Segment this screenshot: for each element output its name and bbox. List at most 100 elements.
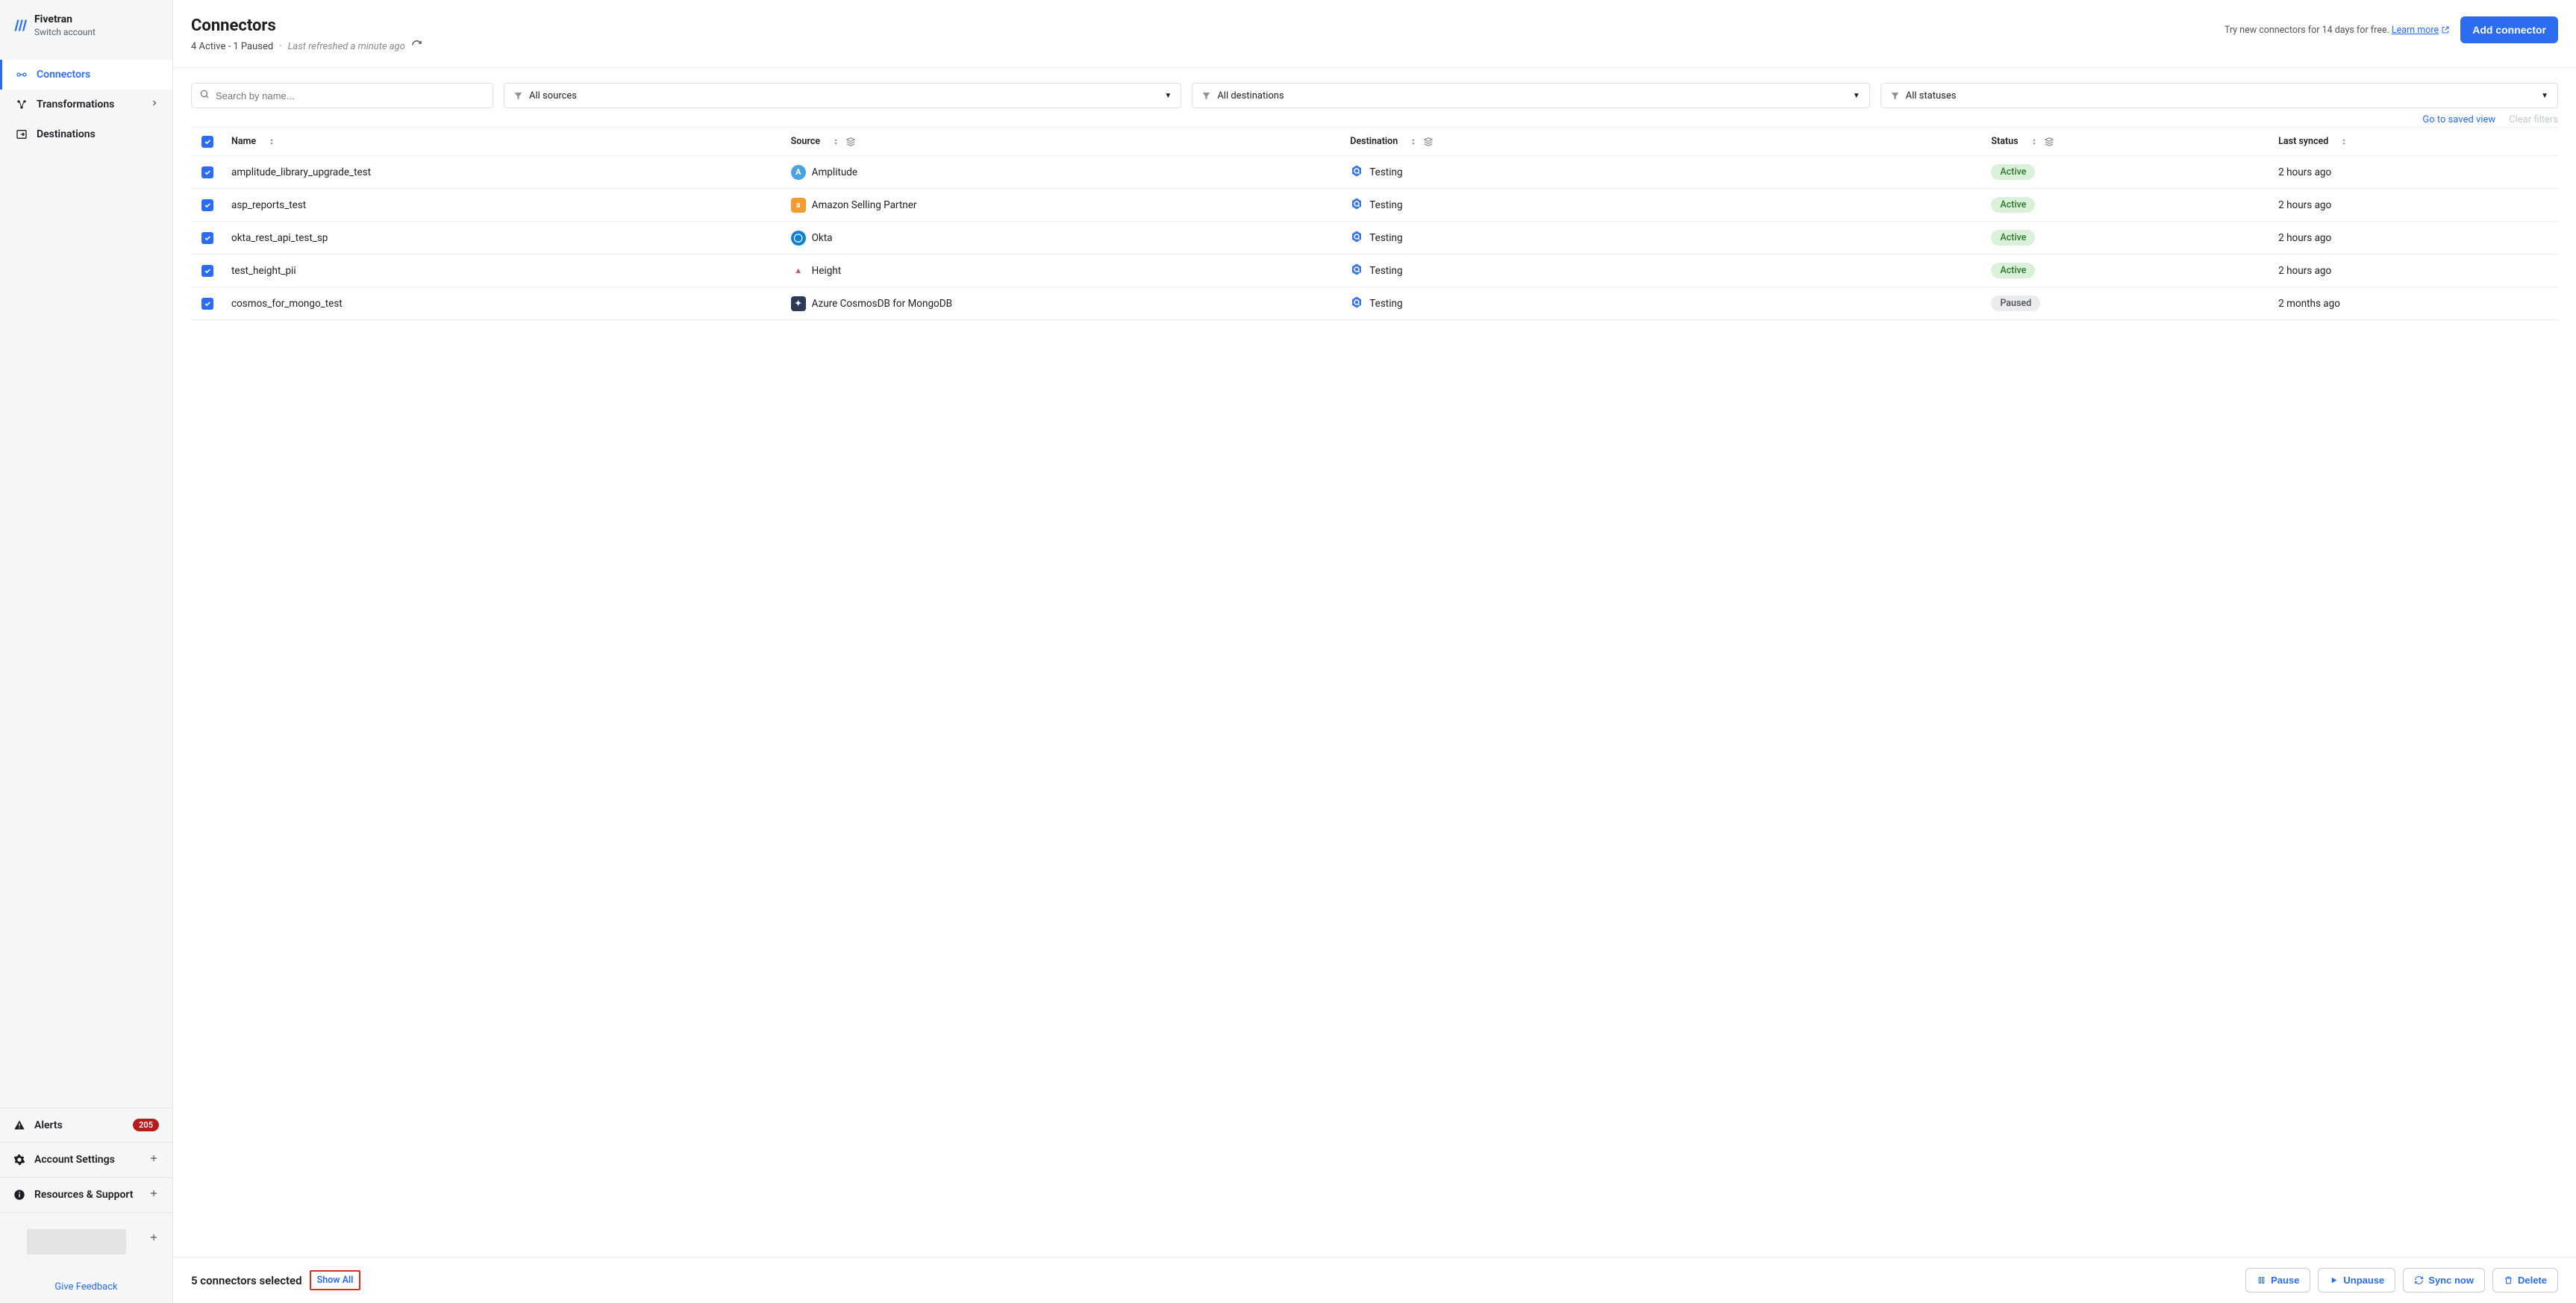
sync-icon [2414,1275,2424,1285]
sidebar-item-label: Transformations [37,99,114,110]
source-icon: a [791,198,806,213]
play-icon [2329,1275,2339,1285]
show-all-button[interactable]: Show All [310,1270,361,1290]
sidebar-item-resources-support[interactable]: Resources & Support [0,1178,172,1212]
group-icon [1423,137,1434,147]
destination-name: Testing [1369,232,1402,244]
column-header-source[interactable]: Source [784,136,1343,147]
last-synced-text: 2 hours ago [2278,166,2331,178]
sidebar: Fivetran Switch account Connectors Trans… [0,0,173,1303]
connector-name: asp_reports_test [231,199,306,211]
row-checkbox[interactable] [201,265,213,277]
status-summary: 4 Active - 1 Paused [191,41,273,52]
sidebar-item-account-settings[interactable]: Account Settings [0,1143,172,1177]
info-icon [13,1189,25,1201]
expand-icon [149,1232,159,1246]
filter-destinations-dropdown[interactable]: All destinations ▼ [1192,83,1869,108]
table-row[interactable]: cosmos_for_mongo_test ✦ Azure CosmosDB f… [191,287,2558,320]
main-content: Connectors 4 Active - 1 Paused · Last re… [173,0,2576,1303]
fivetran-logo [13,17,27,34]
trash-icon [2504,1275,2513,1285]
select-all-checkbox[interactable] [201,136,213,148]
source-icon: ✦ [791,296,806,311]
expand-icon [149,1188,159,1202]
saved-view-link[interactable]: Go to saved view [2422,114,2495,125]
search-input[interactable] [216,90,485,101]
page-subtitle: 4 Active - 1 Paused · Last refreshed a m… [191,40,422,54]
column-header-status[interactable]: Status [1983,136,2271,147]
column-header-name[interactable]: Name [224,136,784,147]
header-actions: Try new connectors for 14 days for free.… [2225,16,2558,43]
caret-down-icon: ▼ [2541,92,2548,100]
search-input-wrapper[interactable] [191,83,493,108]
delete-button[interactable]: Delete [2492,1268,2558,1293]
filter-sources-dropdown[interactable]: All sources ▼ [504,83,1181,108]
sidebar-item-alerts[interactable]: Alerts 205 [0,1108,172,1142]
resources-support-label: Resources & Support [34,1189,133,1201]
destination-icon [1350,296,1363,312]
learn-more-link[interactable]: Learn more [2392,25,2439,36]
selection-count-text: 5 connectors selected [191,1274,302,1287]
sidebar-item-destinations[interactable]: Destinations [0,119,172,149]
source-name: Height [812,265,842,277]
sort-icon [268,137,275,146]
row-checkbox[interactable] [201,166,213,178]
skeleton-placeholder [27,1229,126,1254]
trial-text: Try new connectors for 14 days for free.… [2225,25,2450,36]
row-checkbox[interactable] [201,298,213,310]
refresh-button[interactable] [411,40,422,54]
source-name: Azure CosmosDB for MongoDB [812,298,952,310]
source-icon: ▲ [791,263,806,278]
pause-button[interactable]: Pause [2245,1268,2310,1293]
sort-icon [832,137,840,146]
sidebar-item-placeholder[interactable] [0,1213,172,1271]
row-checkbox[interactable] [201,232,213,244]
sync-now-button[interactable]: Sync now [2403,1268,2485,1293]
transformations-icon [16,99,28,110]
sidebar-item-connectors[interactable]: Connectors [0,60,172,90]
destination-icon [1350,197,1363,213]
column-header-last-synced[interactable]: Last synced [2271,136,2558,147]
group-icon [845,137,856,147]
connectors-icon [16,69,28,81]
filter-statuses-dropdown[interactable]: All statuses ▼ [1881,83,2558,108]
sidebar-item-transformations[interactable]: Transformations [0,90,172,119]
connector-name: cosmos_for_mongo_test [231,298,343,310]
add-connector-button[interactable]: Add connector [2460,16,2558,43]
search-icon [199,89,210,102]
source-name: Amazon Selling Partner [812,199,917,211]
switch-account-link[interactable]: Switch account [34,27,96,37]
source-name: Amplitude [812,166,857,178]
alerts-count-badge: 205 [133,1119,159,1131]
status-badge: Active [1991,230,2035,246]
table-row[interactable]: test_height_pii ▲ Height Testing Active … [191,254,2558,287]
row-checkbox[interactable] [201,199,213,211]
alert-icon [13,1119,25,1131]
connector-name: test_height_pii [231,265,296,277]
gear-icon [13,1154,25,1166]
clear-filters-link: Clear filters [2509,114,2558,125]
sidebar-nav: Connectors Transformations Destinations [0,60,172,149]
connector-name: amplitude_library_upgrade_test [231,166,371,178]
table-row[interactable]: okta_rest_api_test_sp ◯ Okta Testing Act… [191,222,2558,254]
table-row[interactable]: amplitude_library_upgrade_test A Amplitu… [191,156,2558,189]
sort-icon [2340,137,2348,146]
expand-icon [149,1153,159,1166]
unpause-button[interactable]: Unpause [2318,1268,2395,1293]
table-body: amplitude_library_upgrade_test A Amplitu… [191,156,2558,320]
column-header-destination[interactable]: Destination [1342,136,1983,147]
bottom-action-bar: 5 connectors selected Show All Pause Unp… [173,1257,2576,1303]
give-feedback-link[interactable]: Give Feedback [0,1271,172,1303]
account-settings-label: Account Settings [34,1154,115,1166]
sort-icon [2031,137,2038,146]
separator-dot: · [279,41,281,52]
sort-icon [1410,137,1417,146]
filter-statuses-label: All statuses [1906,90,1957,101]
source-icon: A [791,165,806,180]
table-row[interactable]: asp_reports_test a Amazon Selling Partne… [191,189,2558,222]
chevron-right-icon [150,99,159,110]
last-synced-text: 2 hours ago [2278,265,2331,277]
destination-name: Testing [1369,298,1402,310]
destination-icon [1350,164,1363,181]
filter-destinations-label: All destinations [1217,90,1284,101]
